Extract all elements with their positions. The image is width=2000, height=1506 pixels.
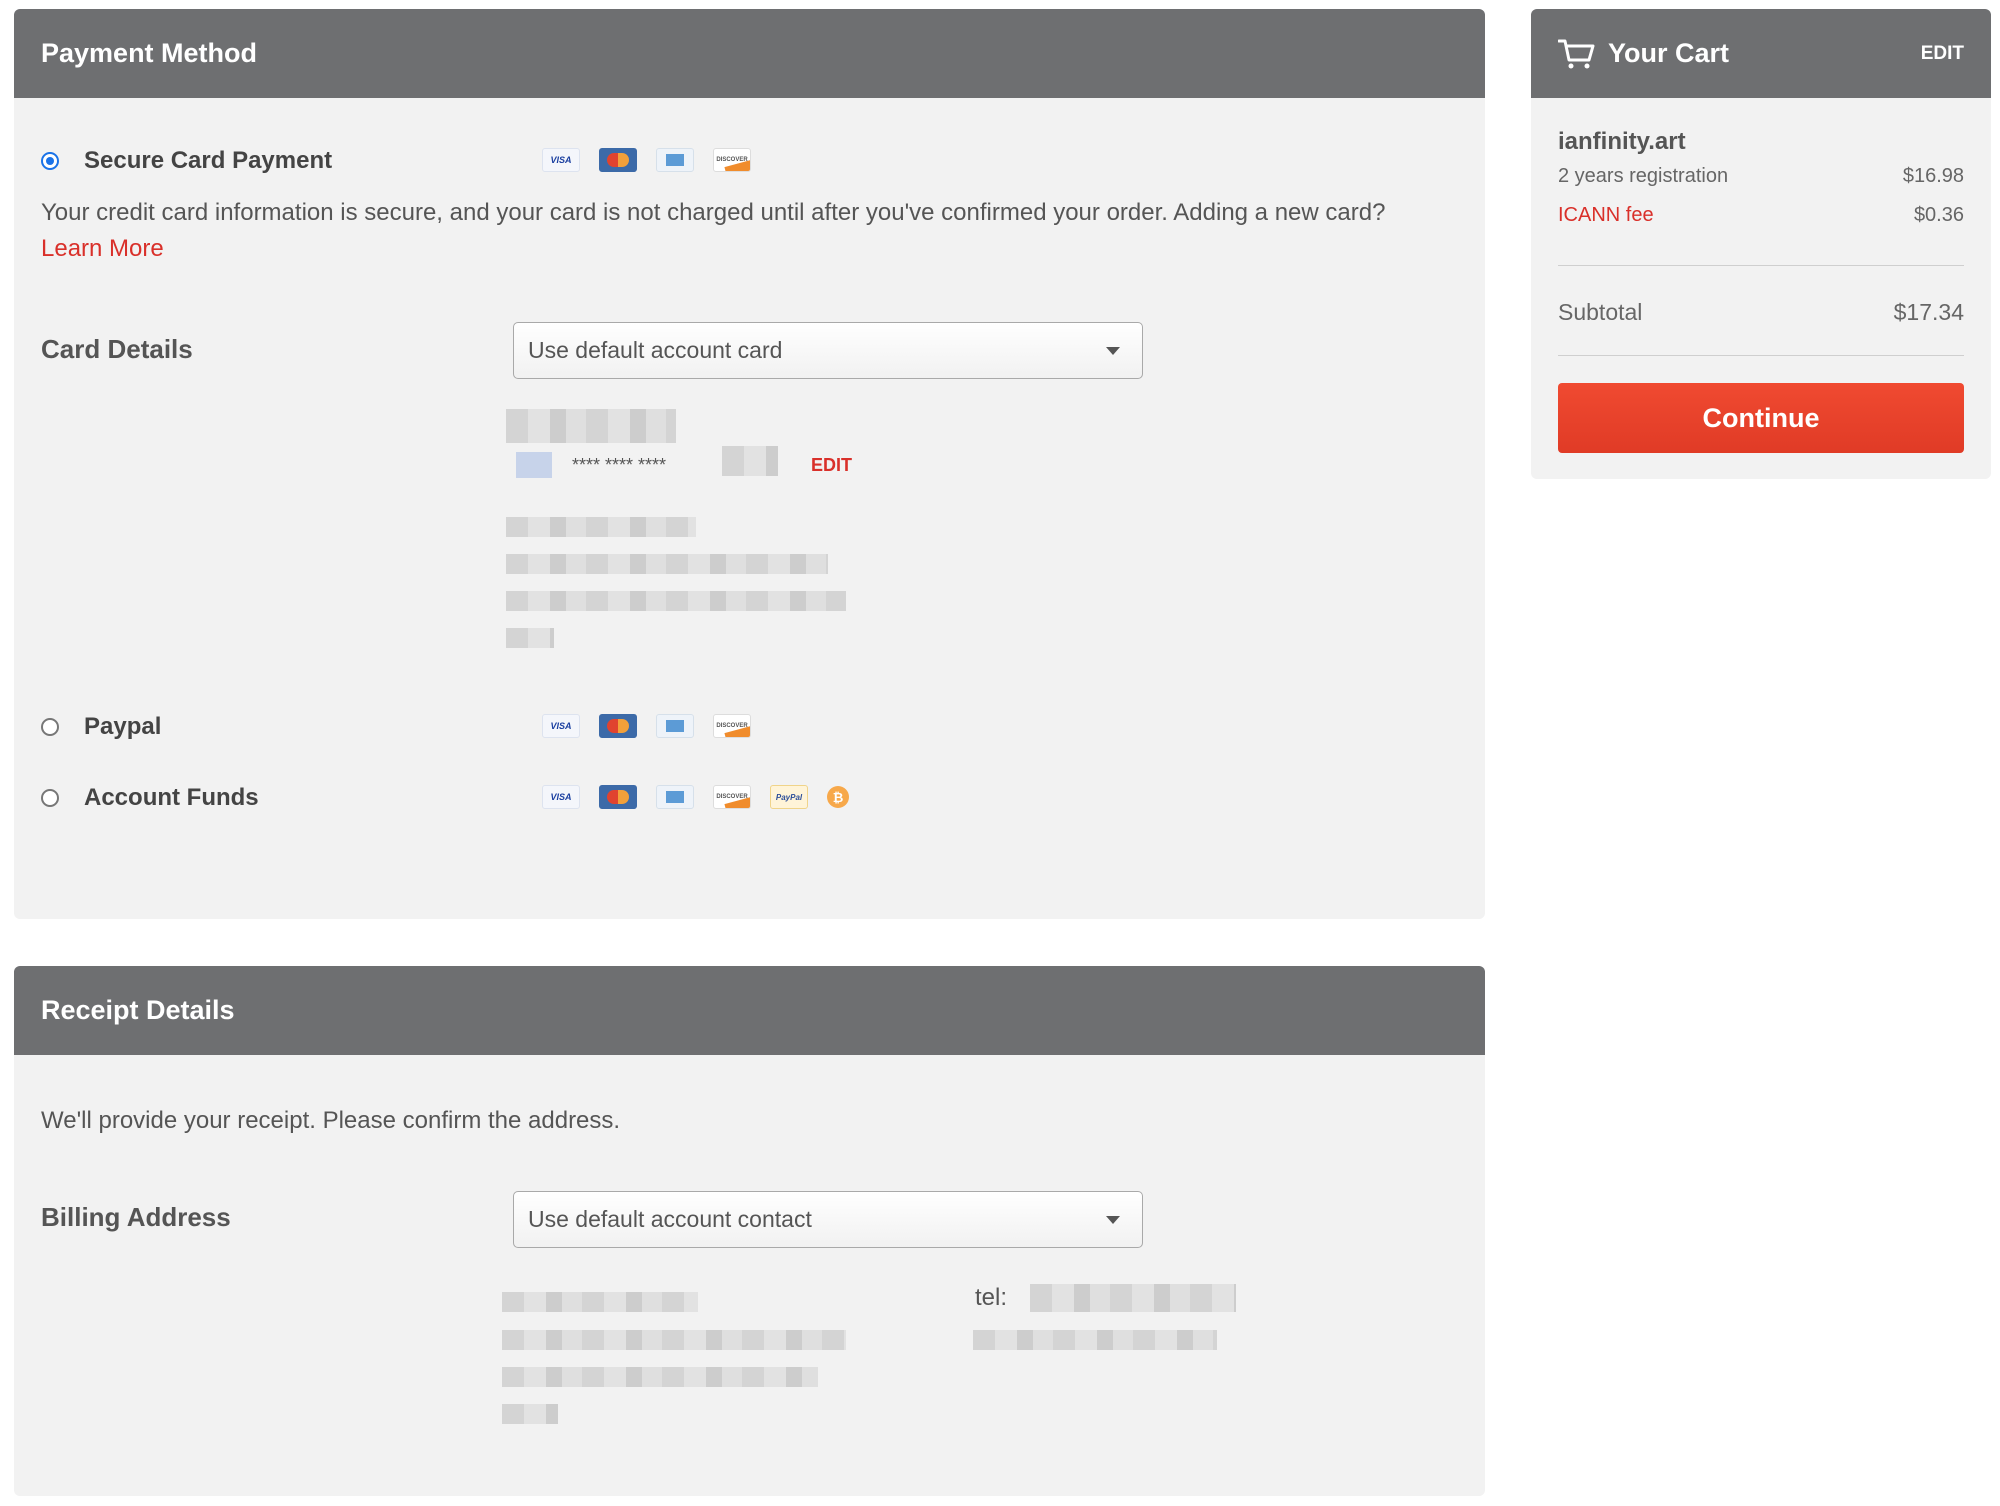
redacted-email	[973, 1330, 1217, 1350]
visa-icon: VISA	[542, 148, 580, 172]
secure-card-radio[interactable]	[41, 152, 59, 170]
cart-header: Your Cart EDIT	[1531, 9, 1991, 98]
billing-address-select-value: Use default account contact	[528, 1206, 812, 1232]
visa-icon: VISA	[542, 714, 580, 738]
bitcoin-icon: ₿	[827, 786, 849, 808]
redacted-billing-line-3	[502, 1367, 818, 1387]
amex-icon	[656, 785, 694, 809]
paypal-logos: VISA DISCOVER	[542, 714, 751, 738]
receipt-note: We'll provide your receipt. Please confi…	[41, 1107, 621, 1134]
paypal-icon: PayPal	[770, 785, 808, 809]
redacted-tel-number	[1030, 1284, 1236, 1312]
cart-registration-row: 2 years registration $16.98	[1558, 165, 1964, 188]
redacted-billing-line-4	[502, 1404, 558, 1424]
paypal-label[interactable]: Paypal	[84, 713, 161, 741]
cart-edit-link[interactable]: EDIT	[1921, 43, 1964, 65]
card-details-label: Card Details	[41, 334, 193, 364]
redacted-address-line-3	[506, 591, 846, 611]
receipt-details-panel: Receipt Details We'll provide your recei…	[14, 966, 1485, 1496]
cart-title: Your Cart	[1608, 38, 1730, 68]
redacted-billing-line-1	[502, 1292, 698, 1312]
mastercard-icon	[599, 148, 637, 172]
billing-address-select[interactable]: Use default account contact	[513, 1191, 1143, 1248]
amex-icon	[656, 148, 694, 172]
mastercard-icon	[599, 785, 637, 809]
card-brand-icon	[516, 452, 552, 478]
chevron-down-icon	[1106, 347, 1120, 355]
cart-icann-label: ICANN fee	[1558, 204, 1654, 226]
discover-icon: DISCOVER	[713, 785, 751, 809]
payment-method-header: Payment Method	[14, 9, 1485, 98]
tel-label: tel:	[975, 1284, 1008, 1311]
cart-divider-top	[1558, 265, 1964, 266]
cart-subtotal-label: Subtotal	[1558, 299, 1643, 325]
learn-more-link[interactable]: Learn More	[41, 235, 164, 263]
redacted-address-line-1	[506, 517, 696, 537]
discover-icon: DISCOVER	[713, 714, 751, 738]
cart-registration-label: 2 years registration	[1558, 165, 1729, 187]
account-funds-radio[interactable]	[41, 789, 59, 807]
mastercard-icon	[599, 714, 637, 738]
receipt-details-header: Receipt Details	[14, 966, 1485, 1055]
account-funds-label[interactable]: Account Funds	[84, 784, 259, 812]
visa-icon: VISA	[542, 785, 580, 809]
card-details-select-value: Use default account card	[528, 337, 783, 363]
secure-card-logos: VISA DISCOVER	[542, 148, 751, 172]
redacted-address-line-2	[506, 554, 828, 574]
cart-subtotal-value: $17.34	[1893, 299, 1964, 325]
billing-address-label: Billing Address	[41, 1202, 231, 1232]
redacted-card-last4	[722, 446, 778, 476]
chevron-down-icon	[1106, 1216, 1120, 1224]
discover-icon: DISCOVER	[713, 148, 751, 172]
amex-icon	[656, 714, 694, 738]
receipt-details-title: Receipt Details	[41, 995, 235, 1025]
secure-card-label[interactable]: Secure Card Payment	[84, 147, 332, 175]
cart-icann-row: ICANN fee $0.36	[1558, 204, 1964, 227]
cart-divider-bottom	[1558, 355, 1964, 356]
redacted-billing-line-2	[502, 1330, 846, 1350]
cart-icann-price: $0.36	[1913, 204, 1964, 226]
shopping-cart-icon	[1558, 39, 1595, 68]
secure-card-note: Your credit card information is secure, …	[41, 199, 1461, 227]
secure-card-note-text: Your credit card information is secure, …	[41, 199, 1386, 226]
paypal-radio[interactable]	[41, 718, 59, 736]
card-details-select[interactable]: Use default account card	[513, 322, 1143, 379]
card-edit-link[interactable]: EDIT	[811, 455, 852, 476]
payment-method-panel: Payment Method Secure Card Payment VISA …	[14, 9, 1485, 919]
cart-domain-name: ianfinity.art	[1558, 128, 1686, 155]
cart-subtotal-row: Subtotal $17.34	[1558, 299, 1964, 326]
cart-registration-price: $16.98	[1902, 165, 1964, 187]
account-funds-logos: VISA DISCOVER PayPal ₿	[542, 785, 849, 809]
card-masked-number: **** **** ****	[572, 455, 667, 475]
payment-method-title: Payment Method	[41, 38, 258, 68]
cart-panel: Your Cart EDIT ianfinity.art 2 years reg…	[1531, 9, 1991, 479]
continue-button[interactable]: Continue	[1558, 383, 1964, 453]
redacted-address-line-4	[506, 628, 554, 648]
redacted-cardholder	[506, 409, 676, 443]
